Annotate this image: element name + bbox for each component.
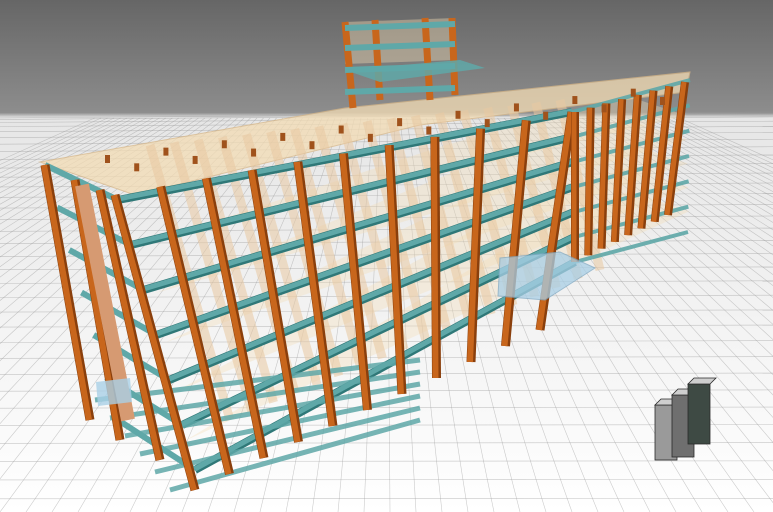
roof-stub bbox=[513, 103, 519, 112]
roof-stub bbox=[192, 155, 198, 164]
penthouse-beam bbox=[344, 85, 456, 95]
roof-stub bbox=[251, 148, 257, 157]
roof-stub bbox=[630, 88, 636, 97]
roof-stub bbox=[163, 147, 169, 156]
roof-stub bbox=[484, 119, 490, 128]
roof-stub bbox=[221, 140, 227, 149]
roof-stub bbox=[397, 118, 403, 127]
roof-stub bbox=[134, 163, 140, 172]
roof-stub bbox=[105, 155, 110, 163]
roof-stub bbox=[367, 133, 373, 142]
penthouse-column bbox=[448, 17, 459, 96]
roof-stub bbox=[426, 126, 432, 135]
roof-stub bbox=[543, 111, 549, 120]
structural-frame-model[interactable] bbox=[0, 0, 773, 512]
roof-stub bbox=[660, 97, 665, 105]
glass-panel bbox=[96, 378, 132, 406]
penthouse-beam bbox=[344, 41, 456, 51]
roof-stub bbox=[338, 125, 344, 134]
column bbox=[584, 107, 593, 256]
roof-stub bbox=[309, 141, 315, 150]
roof-stub bbox=[601, 104, 607, 113]
roof-stub bbox=[455, 110, 461, 119]
roof-stub bbox=[280, 132, 286, 141]
penthouse-beam bbox=[344, 21, 456, 31]
roof-stub bbox=[572, 96, 578, 105]
3d-viewport[interactable] bbox=[0, 0, 773, 512]
column bbox=[430, 136, 439, 379]
view-cube-block bbox=[687, 383, 711, 445]
